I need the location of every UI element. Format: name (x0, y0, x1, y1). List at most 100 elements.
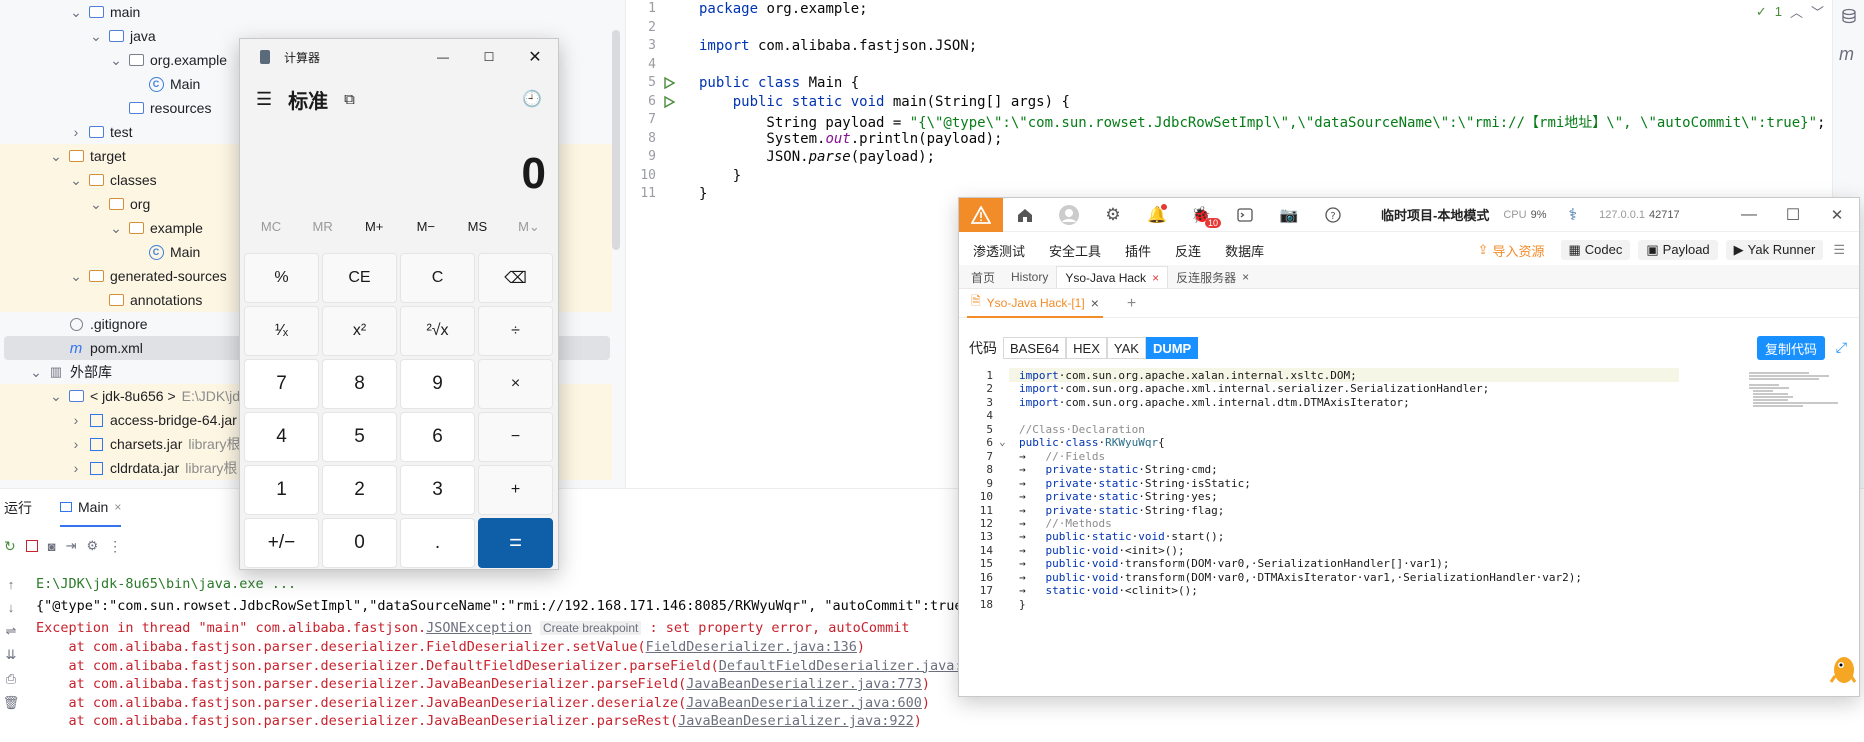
chevron-right-icon[interactable]: › (68, 412, 84, 428)
rerun-icon[interactable]: ↻ (4, 538, 16, 555)
divide-button[interactable]: ÷ (478, 306, 553, 356)
soft-wrap-icon[interactable]: ⇌ (6, 623, 17, 639)
print-icon[interactable]: ⎙ (6, 671, 16, 687)
maximize-icon[interactable]: ☐ (1771, 205, 1815, 225)
fullscreen-icon[interactable]: ⤢ (1836, 339, 1847, 356)
project-name[interactable]: 临时项目-本地模式 (1381, 205, 1489, 224)
eight-button[interactable]: 8 (322, 359, 397, 409)
copy-code-button[interactable]: 复制代码 (1756, 336, 1825, 360)
reciprocal-button[interactable]: ¹⁄ₓ (244, 306, 319, 356)
nine-button[interactable]: 9 (400, 359, 475, 409)
format-dump[interactable]: DUMP (1145, 337, 1199, 359)
scroll-to-end-icon[interactable]: ⇊ (6, 647, 17, 663)
run-gutter-icon[interactable] (662, 95, 676, 109)
format-hex[interactable]: HEX (1066, 337, 1107, 359)
hamburger-menu-icon[interactable]: ☰ (256, 89, 272, 110)
stack-frame-link[interactable]: DefaultFieldDeserializer.java:83 (719, 658, 979, 674)
memory-add-button[interactable]: M+ (349, 219, 399, 235)
exception-class-link[interactable]: JSONException (426, 620, 532, 636)
negate-button[interactable]: +/− (244, 518, 319, 568)
chevron-down-icon[interactable]: ⌄ (68, 4, 84, 20)
menu-plugins[interactable]: 插件 (1125, 241, 1151, 260)
chevron-down-icon[interactable]: ⌄ (88, 196, 104, 212)
close-icon[interactable]: × (1152, 271, 1159, 285)
more-icon[interactable]: ⋮ (108, 538, 122, 555)
memory-clear-button[interactable]: MC (246, 219, 296, 235)
menu-database[interactable]: 数据库 (1225, 241, 1264, 260)
minimize-icon[interactable]: — (1727, 206, 1771, 224)
five-button[interactable]: 5 (322, 412, 397, 462)
multiply-button[interactable]: × (478, 359, 553, 409)
yakit-mascot-icon[interactable] (1829, 650, 1857, 686)
exit-icon[interactable]: ⇥ (66, 538, 77, 554)
tab-main[interactable]: Main × (60, 489, 122, 527)
square-button[interactable]: x² (322, 306, 397, 356)
chevron-down-icon[interactable]: ⌄ (68, 172, 84, 188)
warning-icon[interactable] (959, 197, 1003, 232)
chevron-down-icon[interactable]: ⌄ (28, 364, 44, 380)
stop-icon[interactable] (25, 540, 38, 552)
terminal-icon[interactable] (1223, 198, 1267, 232)
clear-entry-button[interactable]: CE (322, 253, 397, 303)
tree-scrollbar[interactable] (612, 30, 620, 250)
tree-item[interactable]: ⌄ main (0, 0, 612, 24)
database-icon[interactable] (1841, 8, 1857, 24)
decimal-button[interactable]: . (400, 518, 475, 568)
percent-button[interactable]: % (244, 253, 319, 303)
chevron-down-icon[interactable]: ⌄ (48, 388, 64, 404)
code-minimap[interactable] (1749, 372, 1839, 412)
arrow-up-icon[interactable]: ↑ (8, 577, 15, 592)
close-icon[interactable]: × (1091, 295, 1099, 311)
equals-button[interactable]: = (478, 518, 553, 568)
history-icon[interactable]: 🕘 (522, 89, 542, 109)
chevron-down-icon[interactable]: ⌄ (68, 268, 84, 284)
payload-button[interactable]: ▣ Payload (1638, 240, 1718, 260)
home-icon[interactable] (1003, 198, 1047, 232)
inspection-status[interactable]: ✓ 1 ︿ ﹀ (1756, 2, 1824, 21)
minus-button[interactable]: − (478, 412, 553, 462)
six-button[interactable]: 6 (400, 412, 475, 462)
chevron-down-icon[interactable]: ⌄ (88, 28, 104, 44)
chevron-right-icon[interactable]: › (68, 436, 84, 452)
yak-runner-button[interactable]: ▶ Yak Runner (1725, 240, 1824, 260)
keep-on-top-icon[interactable]: ⧉ (344, 91, 355, 108)
format-base64[interactable]: BASE64 (1003, 337, 1067, 359)
tab-history[interactable]: History (1003, 266, 1056, 288)
maximize-icon[interactable]: ☐ (466, 50, 512, 64)
chevron-right-icon[interactable]: › (68, 124, 84, 140)
four-button[interactable]: 4 (244, 412, 319, 462)
calculator-titlebar[interactable]: 计算器 — ☐ ✕ (240, 39, 558, 75)
two-button[interactable]: 2 (322, 465, 397, 515)
chevron-up-icon[interactable]: ︿ (1790, 2, 1803, 21)
trash-icon[interactable]: 🗑 (3, 695, 20, 711)
screenshot-icon[interactable]: 📷 (1267, 198, 1311, 232)
chevron-down-icon[interactable]: ⌄ (48, 148, 64, 164)
one-button[interactable]: 1 (244, 465, 319, 515)
stack-frame-link[interactable]: JavaBeanDeserializer.java:922 (678, 713, 914, 729)
memory-recall-button[interactable]: MR (298, 219, 348, 235)
layout-menu-icon[interactable]: ☰ (1833, 242, 1845, 258)
help-icon[interactable]: ? (1311, 198, 1355, 232)
settings-icon[interactable]: ⚙ (87, 538, 99, 554)
chevron-down-icon[interactable]: ⌄ (108, 220, 124, 236)
import-resource-button[interactable]: ⇪ 导入资源 (1478, 241, 1545, 260)
close-icon[interactable]: ✕ (1815, 206, 1859, 224)
user-avatar-icon[interactable] (1047, 198, 1091, 232)
arrow-down-icon[interactable]: ↓ (8, 600, 15, 615)
settings-icon[interactable]: ⚙ (1091, 198, 1135, 232)
menu-pentest[interactable]: 渗透测试 (973, 241, 1025, 260)
chevron-right-icon[interactable]: › (68, 460, 84, 476)
close-icon[interactable]: × (1242, 270, 1249, 284)
plus-button[interactable]: + (478, 465, 553, 515)
stack-frame-link[interactable]: JavaBeanDeserializer.java:773 (686, 676, 922, 692)
maven-icon[interactable]: m (1839, 44, 1854, 65)
seven-button[interactable]: 7 (244, 359, 319, 409)
tab-yso-java-hack[interactable]: Yso-Java Hack × (1056, 266, 1169, 288)
chevron-down-icon[interactable]: ﹀ (1811, 2, 1824, 21)
chevron-down-icon[interactable]: ⌄ (108, 52, 124, 68)
memory-list-button[interactable]: M⌄ (504, 219, 554, 235)
tab-reverse-server[interactable]: 反连服务器 × (1168, 266, 1257, 288)
tab-home[interactable]: 首页 (963, 266, 1003, 288)
run-gutter-icon[interactable] (662, 76, 676, 90)
backspace-button[interactable]: ⌫ (478, 253, 553, 303)
